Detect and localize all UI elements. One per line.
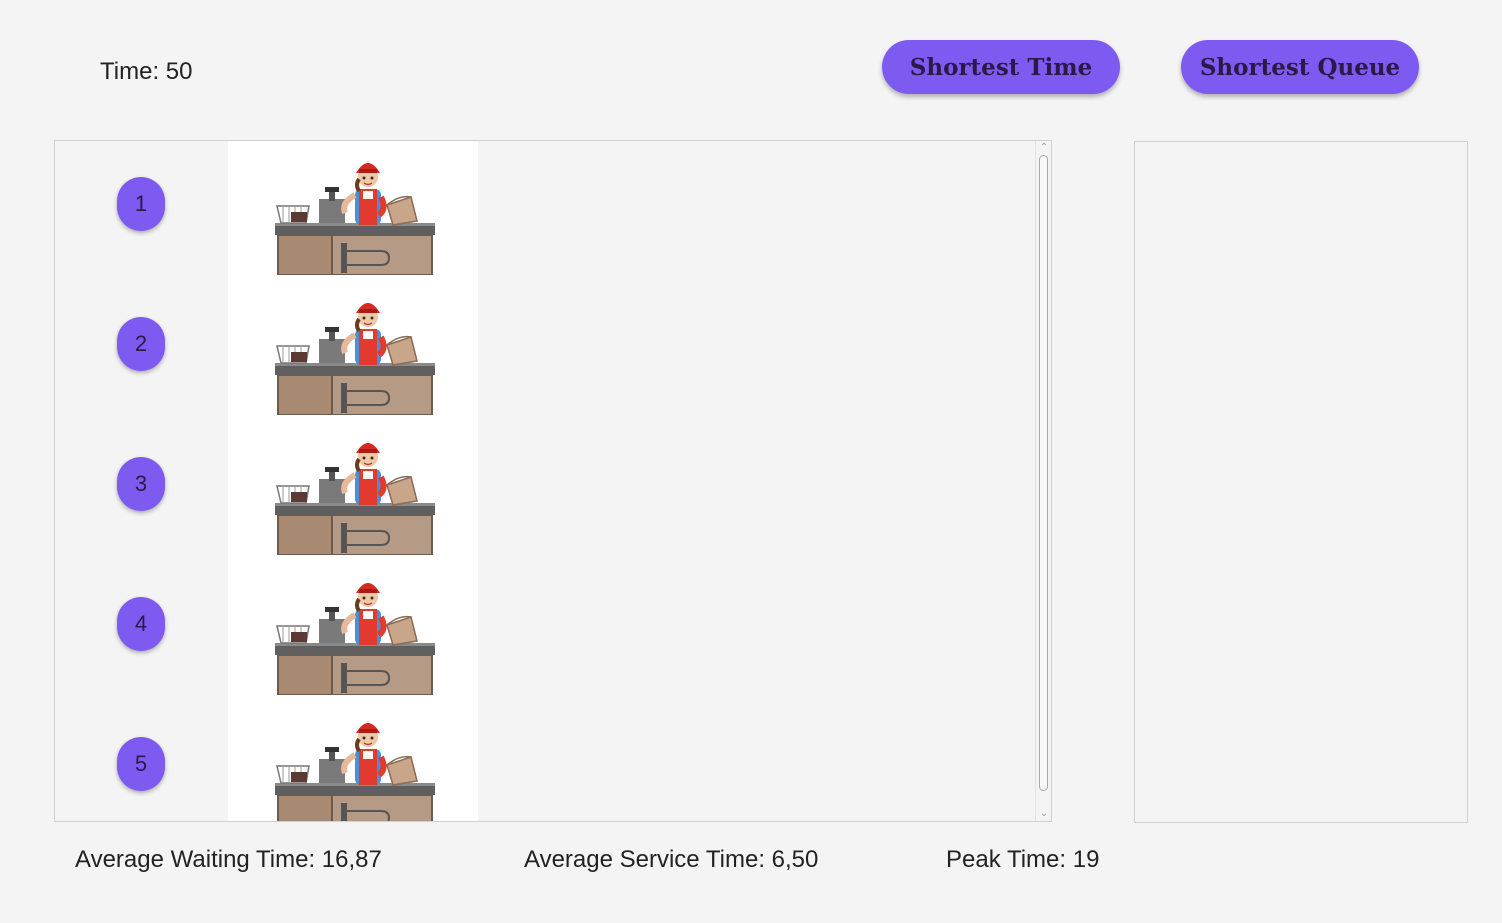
vertical-scrollbar[interactable]: ⌃ ⌄: [1035, 141, 1051, 821]
average-waiting-time: Average Waiting Time: 16,87: [75, 846, 382, 873]
average-service-time: Average Service Time: 6,50: [524, 846, 819, 873]
queue-number-badge: 2: [117, 317, 165, 371]
peak-time: Peak Time: 19: [946, 846, 1100, 873]
queue-panel[interactable]: 1 2 3 4 5 ⌃ ⌄: [54, 140, 1052, 822]
scroll-thumb[interactable]: [1039, 155, 1048, 791]
shortest-time-button[interactable]: Shortest Time: [882, 40, 1120, 94]
cashier-at-register-icon: [275, 291, 435, 416]
time-label: Time: 50: [100, 58, 193, 85]
queue-number-badge: 3: [117, 457, 165, 511]
queue-number-badge: 1: [117, 177, 165, 231]
queue-number-badge: 5: [117, 737, 165, 791]
cashier-at-register-icon: [275, 431, 435, 556]
queue-number-badge: 4: [117, 597, 165, 651]
scroll-up-arrow-icon[interactable]: ⌃: [1039, 143, 1049, 153]
scroll-down-arrow-icon[interactable]: ⌄: [1039, 809, 1049, 819]
cashier-at-register-icon: [275, 711, 435, 821]
shortest-queue-button[interactable]: Shortest Queue: [1181, 40, 1419, 94]
side-panel: [1134, 141, 1468, 823]
cashier-at-register-icon: [275, 571, 435, 696]
cashier-at-register-icon: [275, 151, 435, 276]
